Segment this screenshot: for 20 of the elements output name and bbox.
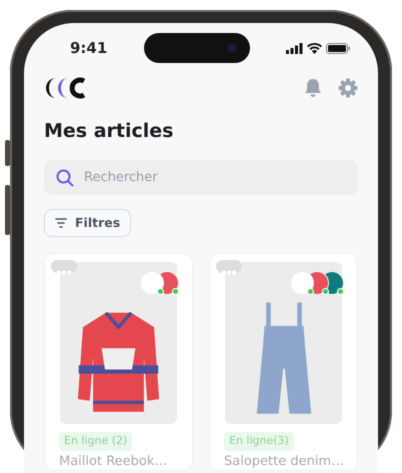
status-time: 9:41	[70, 38, 108, 59]
item-title: Salopette denim…	[224, 454, 346, 470]
item-card[interactable]: En ligne (2) Maillot Reebok…	[44, 253, 193, 472]
search-field[interactable]: Rechercher	[44, 160, 358, 194]
settings-icon[interactable]	[338, 78, 358, 98]
item-card[interactable]: En ligne(3) Salopette denim…	[209, 253, 358, 472]
more-options-icon[interactable]	[216, 260, 242, 274]
item-title: Maillot Reebok…	[59, 454, 168, 470]
filter-icon	[55, 218, 67, 228]
filter-button[interactable]: Filtres	[44, 208, 132, 238]
more-options-icon[interactable]	[51, 260, 77, 274]
app-logo-icon	[44, 77, 88, 99]
wifi-icon	[307, 42, 322, 54]
status-badge: En ligne (2)	[59, 432, 132, 451]
signal-icon	[286, 42, 303, 54]
notification-bell-icon[interactable]	[304, 78, 322, 98]
camera-icon	[228, 44, 236, 52]
page-title: Mes articles	[44, 119, 174, 144]
status-badge: En ligne(3)	[224, 432, 294, 451]
battery-icon	[326, 42, 350, 54]
